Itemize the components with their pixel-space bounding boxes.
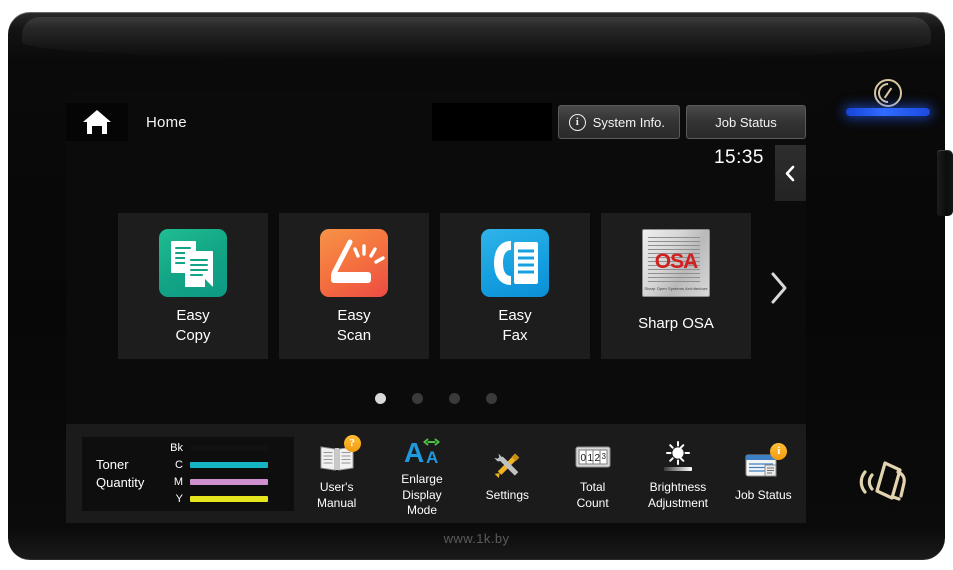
bezel-gloss [22, 17, 931, 59]
page-dot-1[interactable] [375, 393, 386, 404]
copy-icon [159, 229, 227, 297]
tile-easy-copy[interactable]: Easy Copy [118, 213, 268, 359]
toner-row-m: M [168, 476, 268, 488]
page-dot-2[interactable] [412, 393, 423, 404]
toolbar-item-label: Enlarge Display Mode [401, 472, 443, 518]
tile-easy-scan[interactable]: Easy Scan [279, 213, 429, 359]
watermark: www.1k.by [443, 531, 510, 546]
svg-text:0: 0 [580, 453, 586, 464]
counter-icon: 012 3 [573, 440, 613, 474]
mfp-device-bezel: www.1k.by Home i System Info. Job Status… [8, 12, 953, 560]
chevron-left-icon [785, 165, 795, 181]
sharp-osa-icon: OSA Sharp Open Systems Architecture [642, 229, 710, 297]
tile-sharp-osa[interactable]: OSA Sharp Open Systems Architecture Shar… [601, 213, 751, 359]
home-button[interactable] [66, 103, 128, 141]
svg-text:2: 2 [594, 453, 600, 464]
tile-label: Easy Scan [336, 307, 372, 344]
toolbar-item-label: Job Status [734, 487, 792, 502]
tile-label: Easy Copy [175, 307, 211, 344]
alert-badge: i [770, 442, 788, 460]
toolbar-item-label: User's Manual [316, 479, 357, 510]
svg-text:3: 3 [601, 452, 606, 461]
svg-text:1: 1 [587, 453, 593, 464]
job-status-label: Job Status [715, 114, 777, 130]
toner-level-bar [190, 445, 268, 451]
job-list-icon: i [743, 442, 788, 482]
toner-quantity-label: Toner Quantity [96, 456, 145, 490]
tile-label: Sharp OSA [638, 315, 714, 332]
page-dot-4[interactable] [486, 393, 497, 404]
bottom-toolbar: Toner Quantity Bk C M Y ? User's Manual … [66, 424, 806, 523]
page-title: Home [146, 113, 187, 131]
manual-book-icon: ? [317, 434, 361, 474]
device-side-tab [937, 150, 953, 216]
toolbar-item-label: Settings [485, 487, 529, 502]
next-page-button[interactable] [768, 271, 790, 311]
status-led [846, 108, 930, 116]
job-status-button[interactable]: Job Status [686, 105, 806, 139]
screen-header: Home i System Info. Job Status [66, 103, 806, 141]
svg-text:A: A [426, 448, 438, 466]
toner-row-y: Y [168, 493, 268, 505]
toner-bars: Bk C M Y [168, 442, 268, 505]
osa-wordmark: OSA [654, 250, 699, 273]
tile-easy-fax[interactable]: Easy Fax [440, 213, 590, 359]
touch-screen: Home i System Info. Job Status 15:35 Eas… [66, 91, 806, 523]
fax-icon [481, 229, 549, 297]
power-button-icon[interactable] [874, 79, 902, 107]
chevron-right-icon [771, 272, 787, 304]
app-tile-grid: Easy Copy Easy Scan Easy Fax OSA Sharp O… [66, 213, 806, 359]
osa-subtitle: Sharp Open Systems Architecture [644, 286, 708, 291]
info-circle-icon: i [568, 113, 586, 131]
toolbar-item-users-manual[interactable]: ? User's Manual [294, 424, 379, 523]
toner-level-bar [190, 496, 268, 502]
toner-row-bk: Bk [168, 442, 268, 454]
scanner-icon [320, 229, 388, 297]
toner-level-bar [190, 462, 268, 468]
toner-level-bar [190, 479, 268, 485]
toner-row-c: C [168, 459, 268, 471]
tile-label: Easy Fax [498, 307, 532, 344]
panel-collapse-button[interactable] [775, 145, 806, 201]
tools-icon [487, 448, 527, 482]
nfc-card-reader-icon[interactable] [853, 452, 917, 508]
enlarge-text-icon: A A [402, 432, 442, 468]
toolbar-item-job-status[interactable]: i Job Status [721, 424, 806, 523]
toolbar-item-brightness-adjustment[interactable]: Brightness Adjustment [635, 424, 720, 523]
brightness-icon [658, 440, 698, 474]
toner-quantity-panel[interactable]: Toner Quantity Bk C M Y [82, 436, 294, 511]
clock: 15:35 [713, 147, 764, 168]
toolbar-item-label: Total Count [576, 479, 609, 510]
system-info-label: System Info. [592, 114, 665, 130]
toolbar-item-label: Brightness Adjustment [647, 479, 708, 510]
svg-text:A: A [404, 437, 424, 466]
system-info-button[interactable]: i System Info. [557, 105, 680, 139]
header-blank-slot [431, 103, 552, 141]
home-icon [83, 110, 111, 134]
help-badge: ? [343, 434, 361, 452]
page-dot-3[interactable] [449, 393, 460, 404]
toolbar-item-enlarge-display-mode[interactable]: A A Enlarge Display Mode [379, 424, 464, 523]
toolbar-item-total-count[interactable]: 012 3 Total Count [550, 424, 635, 523]
page-indicator [66, 393, 806, 404]
toolbar-item-settings[interactable]: Settings [465, 424, 550, 523]
